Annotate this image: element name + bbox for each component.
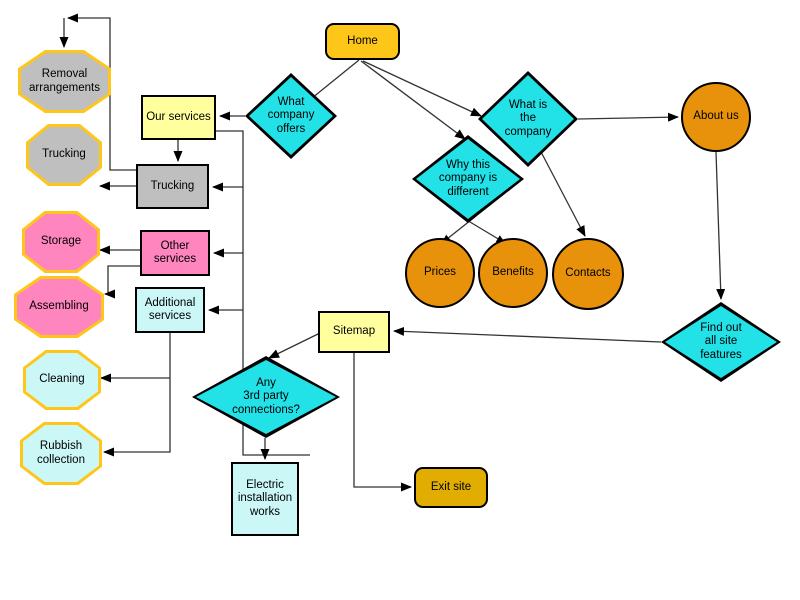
node-sitemap-label: Sitemap [332, 325, 376, 338]
node-benefits[interactable]: Benefits [478, 238, 548, 308]
edge-sitemap-exitsite [353, 353, 412, 492]
node-what-company-offers-label: What company offers [267, 95, 315, 135]
edge-home-whydiff [360, 60, 466, 140]
edge-layer [59, 13, 726, 492]
edge-sitemap-thirdparty [268, 325, 329, 359]
node-any-3rd-party-connections-label: Any 3rd party connections? [232, 376, 300, 416]
node-other-services[interactable]: Other services [140, 230, 210, 276]
node-about-us-label: About us [693, 110, 739, 123]
node-find-out-all-site-features[interactable]: Find out all site features [661, 302, 781, 382]
node-our-services[interactable]: Our services [141, 95, 216, 140]
node-about-us[interactable]: About us [681, 82, 751, 152]
node-what-company-offers[interactable]: What company offers [245, 73, 337, 159]
node-cleaning[interactable]: Cleaning [23, 350, 101, 410]
edge-additional-spine [103, 333, 171, 457]
node-what-is-the-company-label: What is the company [504, 98, 552, 138]
node-why-this-company-is-different-label: Why this company is different [438, 158, 498, 198]
node-trucking-octagon-label: Trucking [42, 148, 86, 161]
node-trucking-box-label: Trucking [150, 179, 195, 192]
edge-aboutus-findout [715, 151, 726, 300]
node-removal-arrangements[interactable]: Removal arrangements [18, 50, 111, 113]
node-sitemap[interactable]: Sitemap [318, 311, 390, 353]
node-storage[interactable]: Storage [22, 211, 100, 273]
edge-home-whatis [362, 60, 482, 117]
node-home-label: Home [347, 34, 378, 47]
node-cleaning-label: Cleaning [39, 373, 85, 386]
node-contacts-label: Contacts [565, 267, 611, 280]
node-exit-site-label: Exit site [430, 480, 472, 493]
node-why-this-company-is-different[interactable]: Why this company is different [412, 135, 524, 223]
node-find-out-all-site-features-label: Find out all site features [700, 321, 742, 361]
node-electric-installation-works[interactable]: Electric installation works [231, 462, 299, 536]
node-additional-services-label: Additional services [144, 296, 196, 323]
node-assembling-label: Assembling [29, 300, 89, 313]
node-assembling[interactable]: Assembling [14, 276, 104, 338]
edge-findout-sitemap [393, 326, 662, 343]
node-additional-services[interactable]: Additional services [135, 287, 205, 333]
node-contacts[interactable]: Contacts [552, 238, 624, 310]
node-any-3rd-party-connections[interactable]: Any 3rd party connections? [192, 356, 340, 438]
node-other-services-label: Other services [153, 239, 197, 266]
node-home[interactable]: Home [325, 23, 400, 60]
node-prices[interactable]: Prices [405, 238, 475, 308]
node-our-services-label: Our services [146, 110, 211, 123]
node-storage-label: Storage [40, 235, 82, 248]
node-trucking-box[interactable]: Trucking [136, 164, 209, 209]
node-rubbish-collection-label: Rubbish collection [37, 440, 85, 466]
edge-whatis-aboutus [577, 112, 679, 122]
node-electric-installation-works-label: Electric installation works [237, 478, 293, 518]
node-trucking-octagon[interactable]: Trucking [26, 124, 102, 186]
node-prices-label: Prices [424, 266, 456, 279]
node-benefits-label: Benefits [492, 266, 534, 279]
node-exit-site[interactable]: Exit site [414, 467, 488, 508]
node-rubbish-collection[interactable]: Rubbish collection [20, 422, 102, 485]
node-removal-arrangements-label: Removal arrangements [29, 68, 100, 94]
flowchart-canvas: Home Exit site What company offers What … [0, 0, 800, 600]
